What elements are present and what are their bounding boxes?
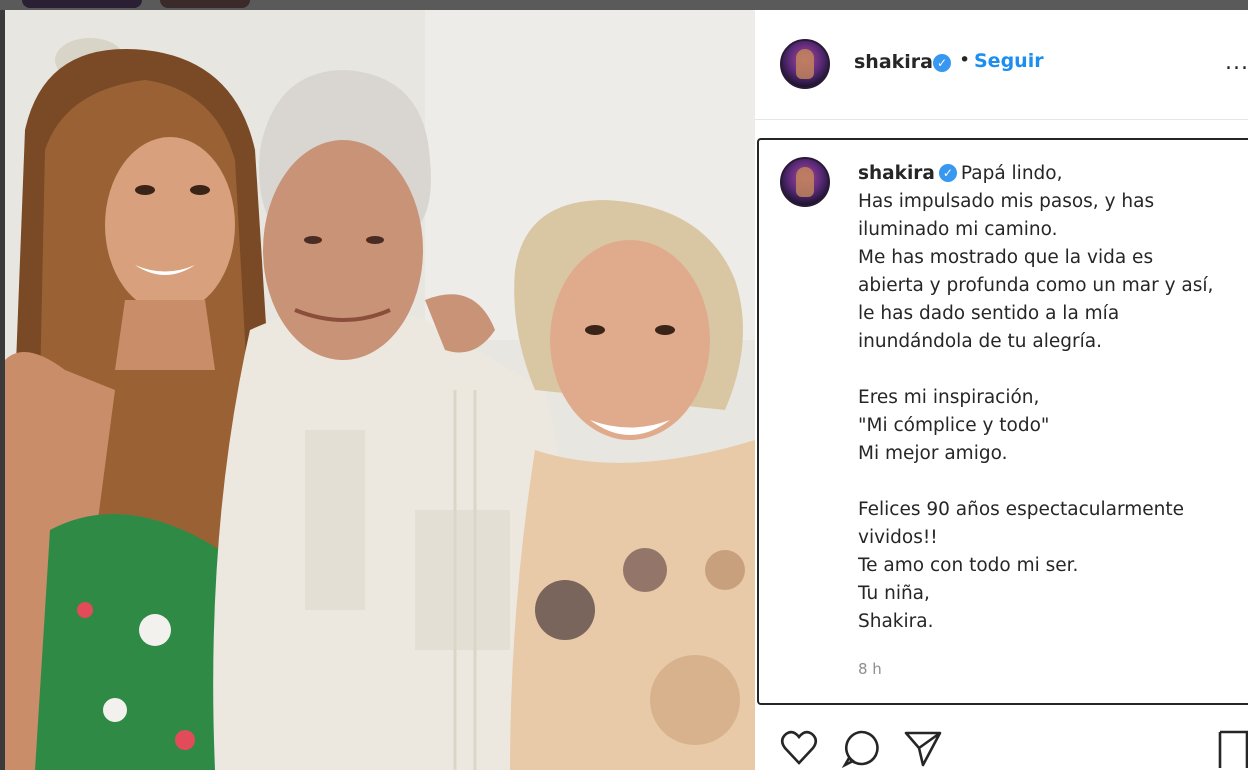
paper-plane-icon[interactable]	[903, 728, 943, 768]
caption-avatar[interactable]	[780, 157, 830, 207]
caption-gap	[858, 468, 1243, 496]
photo-illustration	[5, 10, 755, 770]
more-options-icon[interactable]: ...	[1225, 50, 1248, 75]
caption-line: Te amo con todo mi ser.	[858, 555, 1079, 576]
top-strip-blob	[160, 0, 250, 8]
caption-gap	[858, 356, 1243, 384]
action-bar	[755, 728, 1248, 770]
post-timestamp[interactable]: 8 h	[858, 660, 882, 678]
post-photo[interactable]	[5, 10, 755, 770]
caption-username[interactable]: shakira	[858, 163, 935, 184]
follow-button[interactable]: Seguir	[974, 50, 1044, 72]
caption-line: le has dado sentido a la mía	[858, 303, 1120, 324]
caption-line: abierta y profunda como un mar y así,	[858, 275, 1214, 296]
caption-line: Has impulsado mis pasos, y has	[858, 191, 1155, 212]
avatar[interactable]	[780, 39, 830, 89]
caption-line: iluminado mi camino.	[858, 219, 1058, 240]
caption-line: Mi mejor amigo.	[858, 443, 1008, 464]
comment-icon[interactable]	[841, 728, 881, 768]
bookmark-icon[interactable]	[1217, 728, 1248, 768]
caption-line: Me has mostrado que la vida es	[858, 247, 1154, 268]
caption-line: Eres mi inspiración,	[858, 387, 1040, 408]
caption-line: Tu niña,	[858, 583, 930, 604]
caption-line: "Mi cómplice y todo"	[858, 415, 1050, 436]
top-strip-blob	[22, 0, 142, 8]
caption-line: Papá lindo,	[960, 163, 1063, 184]
caption-line: Felices 90 años espectacularmente	[858, 499, 1185, 520]
caption-line: Shakira.	[858, 611, 934, 632]
verified-badge-icon: ✓	[938, 164, 957, 182]
caption-first-line: shakira ✓ Papá lindo,	[858, 160, 1243, 188]
header-username[interactable]: shakira	[854, 51, 933, 73]
post-header: shakira ✓ • Seguir ...	[755, 10, 1248, 120]
post-panel: shakira ✓ • Seguir ... shakira ✓ Papá lind…	[755, 10, 1248, 770]
caption: shakira ✓ Papá lindo, Has impulsado mis pa…	[858, 160, 1243, 636]
top-strip	[0, 0, 1248, 10]
caption-line: vividos!!	[858, 527, 938, 548]
verified-badge-icon: ✓	[933, 54, 951, 72]
heart-icon[interactable]	[779, 728, 819, 768]
separator-dot: •	[959, 49, 971, 71]
caption-line: inundándola de tu alegría.	[858, 331, 1102, 352]
